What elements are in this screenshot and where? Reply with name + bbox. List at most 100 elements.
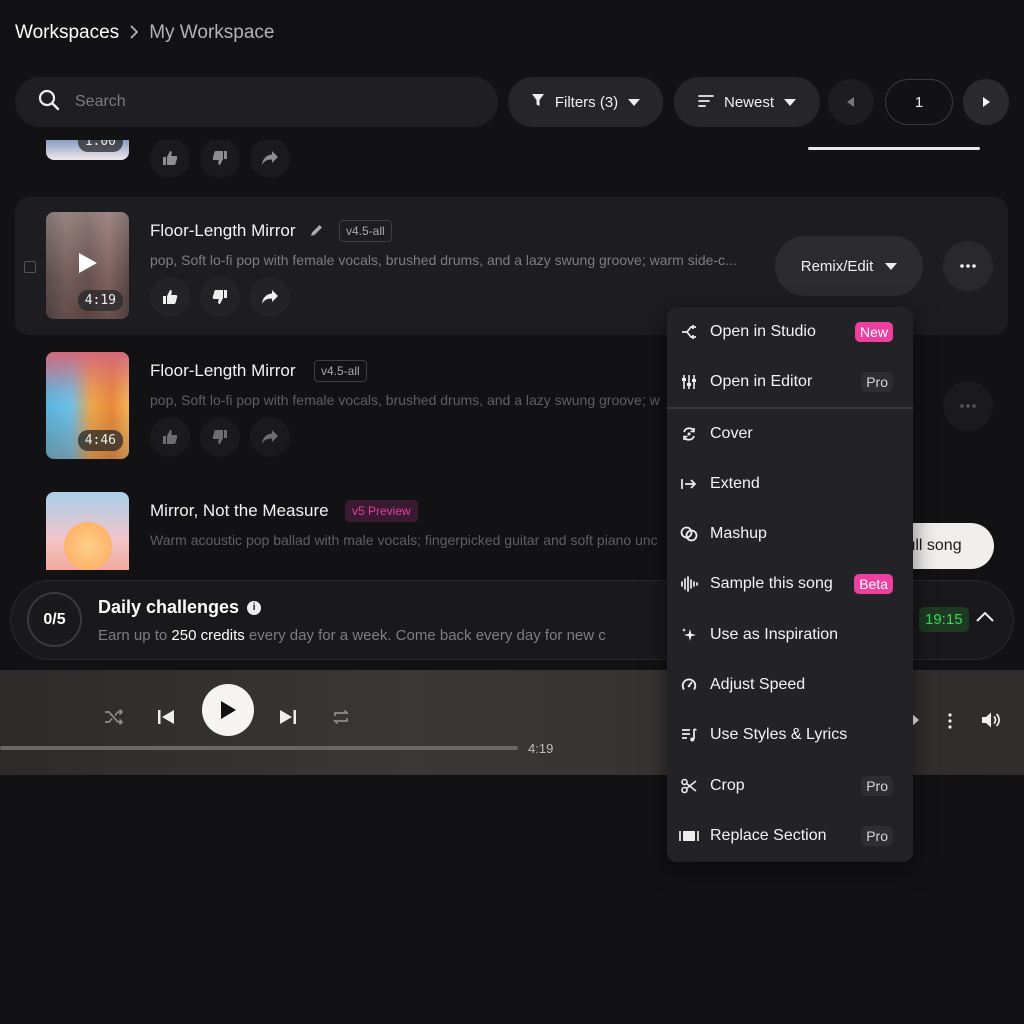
scroll-hint-bar [808, 147, 980, 150]
sort-button[interactable]: Newest [674, 77, 820, 127]
lyrics-icon [679, 725, 699, 745]
filters-label: Filters (3) [554, 93, 619, 111]
menu-item-adjust-speed[interactable]: Adjust Speed [667, 660, 913, 710]
mashup-icon [679, 524, 699, 544]
play-button[interactable] [202, 684, 254, 736]
player-time: 4:19 [528, 741, 554, 756]
search-box[interactable] [15, 77, 498, 127]
menu-item-replace-section[interactable]: Replace Section Pro [667, 811, 913, 861]
beta-badge: Beta [854, 574, 893, 594]
repeat-icon[interactable] [332, 708, 350, 731]
menu-item-label: Adjust Speed [710, 676, 806, 693]
challenge-desc-prefix: Earn up to [98, 627, 172, 644]
sort-icon [698, 94, 714, 111]
caret-down-icon [784, 94, 797, 111]
song-title[interactable]: Floor-Length Mirror [150, 221, 296, 241]
remix-edit-button[interactable]: Remix/Edit [775, 236, 923, 296]
caret-down-icon [628, 94, 641, 111]
player-progress-track[interactable] [0, 746, 518, 750]
menu-item-label: Open in Editor [710, 373, 813, 390]
challenge-progress: 0/5 [27, 592, 82, 647]
next-page-button[interactable] [963, 79, 1009, 125]
prev-page-button[interactable] [828, 79, 874, 125]
song-description: Warm acoustic pop ballad with male vocal… [150, 532, 658, 548]
song-title[interactable]: Floor-Length Mirror [150, 361, 296, 381]
speed-icon [679, 675, 699, 695]
thumbs-down-icon[interactable] [200, 140, 240, 178]
breadcrumb-current: My Workspace [149, 22, 275, 43]
menu-item-open-in-editor[interactable]: Open in Editor Pro [667, 357, 913, 407]
pro-badge: Pro [861, 372, 893, 392]
challenge-description: Earn up to 250 credits every day for a w… [98, 627, 606, 644]
menu-item-mashup[interactable]: Mashup [667, 509, 913, 559]
volume-icon[interactable] [981, 711, 1001, 734]
song-title[interactable]: Mirror, Not the Measure [150, 501, 329, 521]
song-thumbnail[interactable]: 1:00 [46, 140, 129, 160]
scissors-icon [679, 776, 699, 796]
menu-item-open-in-studio[interactable]: Open in Studio New [667, 307, 913, 357]
challenge-desc-suffix: every day for a week. Come back every da… [244, 627, 606, 644]
more-options-button[interactable] [943, 241, 993, 291]
chevron-up-icon[interactable] [976, 609, 994, 627]
menu-item-sample-this-song[interactable]: Sample this song Beta [667, 559, 913, 609]
song-row[interactable]: 1:00 [15, 140, 1008, 178]
page-number[interactable]: 1 [885, 79, 953, 125]
menu-item-label: Replace Section [710, 827, 827, 844]
more-options-button[interactable] [943, 381, 993, 431]
previous-track-icon[interactable] [157, 708, 175, 731]
challenge-timer: 19:15 [919, 607, 969, 632]
share-icon[interactable] [250, 277, 290, 317]
song-duration: 4:46 [77, 430, 123, 451]
song-description: pop, Soft lo-fi pop with female vocals, … [150, 392, 660, 408]
sparkle-icon [679, 625, 699, 645]
menu-item-label: Crop [710, 777, 745, 794]
menu-item-label: Extend [710, 475, 760, 492]
version-badge: v4.5-all [339, 220, 392, 242]
search-input[interactable] [75, 93, 455, 111]
remix-edit-menu: Open in Studio New Open in Editor Pro Co… [667, 307, 913, 862]
extend-icon [679, 474, 699, 494]
studio-icon [679, 322, 699, 342]
song-description: pop, Soft lo-fi pop with female vocals, … [150, 252, 737, 268]
pencil-icon[interactable] [310, 223, 324, 242]
menu-item-use-styles-lyrics[interactable]: Use Styles & Lyrics [667, 710, 913, 760]
waveform-icon [679, 574, 699, 594]
thumbs-down-icon[interactable] [200, 277, 240, 317]
info-icon[interactable]: i [247, 600, 262, 615]
thumbs-down-icon[interactable] [200, 417, 240, 457]
thumbs-up-icon[interactable] [150, 417, 190, 457]
menu-item-label: Mashup [710, 525, 767, 542]
menu-item-label: Cover [710, 425, 753, 442]
song-thumbnail[interactable]: 4:46 [46, 352, 129, 459]
sort-label: Newest [723, 93, 775, 111]
menu-item-extend[interactable]: Extend [667, 459, 913, 509]
song-thumbnail[interactable] [46, 492, 129, 570]
menu-item-crop[interactable]: Crop Pro [667, 761, 913, 811]
song-thumbnail[interactable]: 4:19 [46, 212, 129, 319]
shuffle-icon[interactable] [104, 708, 124, 731]
filters-button[interactable]: Filters (3) [508, 77, 663, 127]
song-actions [150, 277, 290, 317]
replace-icon [679, 826, 699, 846]
version-badge: v4.5-all [314, 360, 367, 382]
share-icon[interactable] [250, 417, 290, 457]
challenge-title: Daily challenges i [98, 597, 262, 618]
menu-item-cover[interactable]: Cover [667, 409, 913, 459]
menu-item-label: Open in Studio [710, 323, 816, 340]
remix-edit-label: Remix/Edit [800, 257, 874, 275]
version-badge: v5 Preview [345, 500, 418, 522]
menu-item-label: Use Styles & Lyrics [710, 726, 848, 743]
breadcrumb-workspaces[interactable]: Workspaces [15, 22, 119, 44]
more-vertical-icon[interactable] [948, 713, 952, 734]
chevron-right-icon [129, 23, 139, 44]
thumbs-up-icon[interactable] [150, 140, 190, 178]
menu-item-use-as-inspiration[interactable]: Use as Inspiration [667, 610, 913, 660]
select-checkbox[interactable] [24, 261, 36, 273]
menu-item-label: Use as Inspiration [710, 626, 839, 643]
thumbs-up-icon[interactable] [150, 277, 190, 317]
next-track-icon[interactable] [279, 708, 297, 731]
sliders-icon [679, 372, 699, 392]
play-icon[interactable] [78, 252, 98, 279]
new-badge: New [854, 322, 893, 342]
share-icon[interactable] [250, 140, 290, 178]
